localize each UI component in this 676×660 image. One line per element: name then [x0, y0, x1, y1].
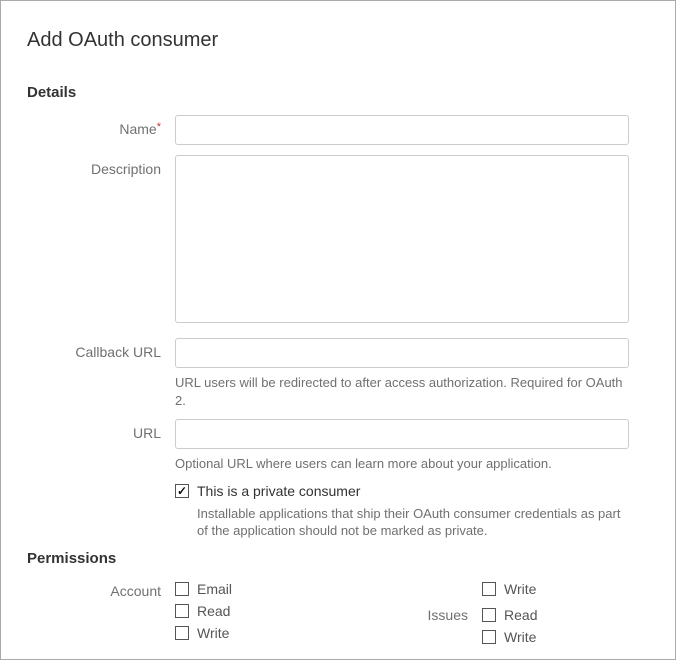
perm-account-read-checkbox[interactable]	[175, 604, 189, 618]
help-private: Installable applications that ship their…	[175, 505, 629, 540]
perm-right-write-label: Write	[504, 581, 536, 597]
section-permissions-title: Permissions	[27, 550, 649, 567]
required-star-icon: *	[157, 121, 161, 133]
perm-account-read-label: Read	[197, 603, 230, 619]
perm-issues-write-checkbox[interactable]	[482, 630, 496, 644]
label-url: URL	[27, 419, 175, 441]
perm-group-account-label: Account	[27, 581, 175, 599]
perm-account-write-checkbox[interactable]	[175, 626, 189, 640]
perm-col-account: Email Read Write	[175, 581, 232, 645]
row-name: Name*	[27, 115, 649, 145]
perm-issues-read-label: Read	[504, 607, 537, 623]
help-url: Optional URL where users can learn more …	[175, 455, 629, 473]
label-name: Name*	[27, 115, 175, 137]
row-private: This is a private consumer Installable a…	[27, 483, 649, 540]
perm-account-email-checkbox[interactable]	[175, 582, 189, 596]
page-title: Add OAuth consumer	[27, 29, 649, 52]
perm-issues-write-label: Write	[504, 629, 536, 645]
row-description: Description	[27, 155, 649, 328]
permissions-grid: Account Email Read Write	[27, 581, 649, 645]
label-description: Description	[27, 155, 175, 177]
perm-group-issues-label: Issues	[412, 607, 468, 623]
perm-account-write-label: Write	[197, 625, 229, 641]
oauth-consumer-panel: Add OAuth consumer Details Name* Descrip…	[0, 0, 676, 660]
label-callback: Callback URL	[27, 338, 175, 360]
perm-col-right: Write Issues Read Write	[412, 581, 537, 645]
section-details-title: Details	[27, 84, 649, 101]
callback-url-input[interactable]	[175, 338, 629, 368]
private-consumer-checkbox[interactable]	[175, 484, 189, 498]
perm-issues-read-checkbox[interactable]	[482, 608, 496, 622]
help-callback: URL users will be redirected to after ac…	[175, 374, 629, 409]
perm-account-email-label: Email	[197, 581, 232, 597]
row-url: URL Optional URL where users can learn m…	[27, 419, 649, 473]
url-input[interactable]	[175, 419, 629, 449]
perm-right-write-checkbox[interactable]	[482, 582, 496, 596]
row-callback: Callback URL URL users will be redirecte…	[27, 338, 649, 409]
private-consumer-label: This is a private consumer	[197, 483, 360, 499]
description-textarea[interactable]	[175, 155, 629, 323]
name-input[interactable]	[175, 115, 629, 145]
